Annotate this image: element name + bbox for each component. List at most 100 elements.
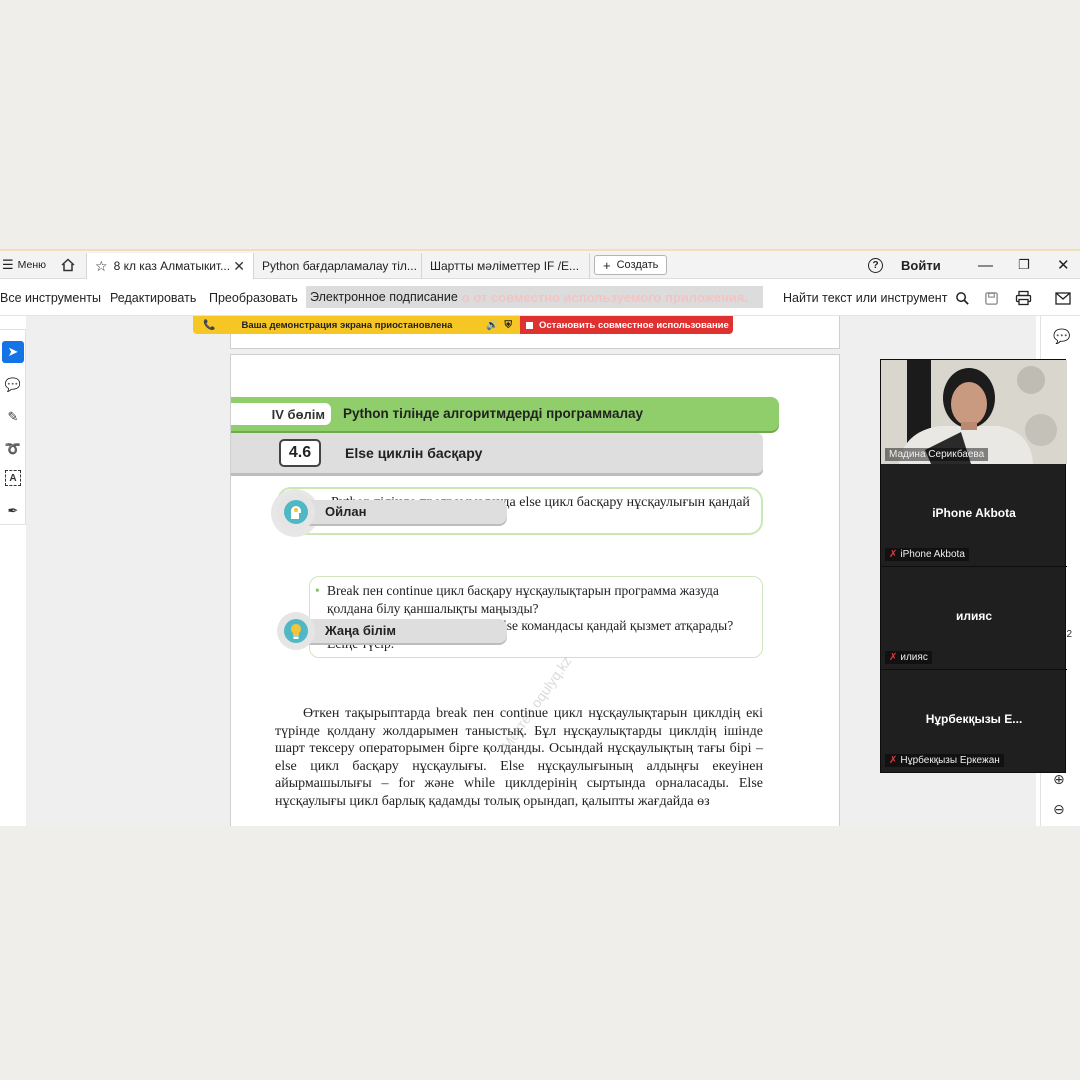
mic-muted-icon: ✗ [889,549,898,560]
text-tool[interactable]: A [5,470,21,486]
print-icon [1015,290,1032,306]
participant-name-label: Мадина Серикбаева [885,448,989,461]
pen-icon: ✎ [7,409,19,424]
textbook-page: IV бөлім Python тілінде алгоритмдерді пр… [230,354,840,826]
home-button[interactable] [60,251,76,279]
convert-button[interactable]: Преобразовать [209,280,298,316]
participant-video-tile[interactable]: Мадина Серикбаева [881,360,1067,464]
signature-icon: ✒ [7,503,19,518]
cursor-icon: ➤ [7,344,19,359]
star-icon[interactable]: ☆ [95,258,108,275]
participant-tile[interactable]: илияс ✗ илияс [881,567,1067,670]
help-icon: ? [868,257,883,273]
stop-icon [526,321,533,329]
save-icon [985,291,998,305]
highlight-tool[interactable]: ✎ [2,406,24,428]
mic-muted-icon: ✗ [889,652,898,663]
comment-add-icon: 💬 [4,377,22,392]
video-participants-panel: Мадина Серикбаева iPhone Akbota ✗ iPhone … [880,359,1067,773]
lasso-icon: ➰ [4,441,22,456]
menu-label: Меню [17,259,47,271]
participant-tile[interactable]: iPhone Akbota ✗ iPhone Akbota [881,464,1067,567]
participant-label-text: Нұрбекқызы Еркежан [900,755,1000,766]
all-tools-label: Все инструменты [0,291,101,305]
search-icon [956,291,970,305]
plus-icon: + [603,257,611,273]
screen-share-banner: 📞 Ваша демонстрация экрана приостановлен… [193,316,733,334]
section-title: Else циклін басқару [345,445,483,461]
edit-button[interactable]: Редактировать [110,280,196,316]
phone-icon: 📞 [203,319,216,331]
tab-label: Шартты мәліметтер IF /E... [430,259,580,273]
minimize-button[interactable]: — [978,251,993,279]
participant-label-text: илияс [900,652,928,663]
speaker-icon[interactable]: 🔊 [486,320,498,331]
save-button[interactable] [984,280,999,316]
esign-label: Электронное подписание [310,290,458,304]
overlay-ghost-text: о от совместно используемого приложения. [461,289,748,305]
create-label: Создать [616,259,659,271]
participant-name: iPhone Akbota [932,506,1016,520]
esign-button[interactable]: Электронное подписание о от совместно ис… [306,286,763,308]
shield-icon: ⛨ [504,319,513,331]
email-button[interactable] [1055,280,1071,316]
close-icon[interactable]: ✕ [233,258,245,275]
select-tool[interactable]: ➤ [2,341,24,363]
new-knowledge-label: Жаңа білім [325,623,396,638]
participant-tile[interactable]: Нұрбекқызы Е... ✗ Нұрбекқызы Еркежан [881,670,1067,773]
tab-bar: ☰ Меню ☆ 8 кл каз Алматыкит... ✕ Python … [0,251,1080,279]
sign-tool[interactable]: ✒ [2,500,24,522]
text-box-icon: A [9,472,17,484]
help-button[interactable]: ? [868,251,883,279]
tab-document-1[interactable]: ☆ 8 кл каз Алматыкит... ✕ [86,253,254,279]
head-bulb-icon [277,493,315,531]
participant-name: илияс [955,609,993,623]
print-button[interactable] [1015,280,1032,316]
menu-button[interactable]: ☰ Меню [2,251,46,279]
participant-name: Нұрбекқызы Е... [925,712,1023,726]
restore-button[interactable]: ❐ [1018,251,1030,279]
hamburger-icon: ☰ [2,257,14,272]
comments-icon[interactable]: 💬 [1053,328,1070,345]
comment-tool[interactable]: 💬 [2,374,24,396]
lightbulb-icon [277,612,315,650]
find-label: Найти текст или инструмент [783,291,948,305]
mic-muted-icon: ✗ [889,755,898,766]
tab-document-2[interactable]: Python бағдарламалау тіл... [254,253,422,279]
share-paused-text: Ваша демонстрация экрана приостановлена [241,319,453,331]
zoom-out-icon[interactable]: ⊖ [1053,801,1065,818]
mail-icon [1055,291,1071,305]
tab-document-3[interactable]: Шартты мәліметтер IF /E... [422,253,590,279]
toolbar: Все инструменты Редактировать Преобразов… [0,280,1080,316]
participant-name-label: ✗ iPhone Akbota [885,548,969,561]
convert-label: Преобразовать [209,291,298,305]
participant-name-label: ✗ Нұрбекқызы Еркежан [885,754,1004,767]
all-tools-button[interactable]: Все инструменты [0,280,101,316]
edit-label: Редактировать [110,291,197,305]
participant-name-label: ✗ илияс [885,651,932,664]
left-tool-rail: ➤ 💬 ✎ ➰ A ✒ [0,329,26,525]
close-icon: ✕ [1057,257,1070,274]
close-window-button[interactable]: ✕ [1057,251,1070,279]
new-knowledge-header-bar [291,619,507,643]
section-number: 4.6 [279,439,321,467]
tab-label: Python бағдарламалау тіл... [262,259,417,273]
find-tool[interactable]: Найти текст или инструмент [783,280,970,316]
draw-tool[interactable]: ➰ [2,438,24,460]
zoom-in-icon[interactable]: ⊕ [1053,771,1065,788]
part-label: IV бөлім [231,403,331,425]
home-icon [61,258,75,272]
create-button[interactable]: + Создать [594,255,668,275]
think-header-bar [291,500,507,524]
participant-label-text: iPhone Akbota [900,549,965,560]
share-status: 📞 Ваша демонстрация экрана приостановлен… [193,316,520,334]
stop-sharing-label: Остановить совместное использование [539,319,729,331]
restore-icon: ❐ [1018,257,1030,272]
login-label: Войти [901,257,941,273]
list-item: Break пен continue цикл басқару нұсқаулы… [315,582,761,617]
stop-sharing-button[interactable]: Остановить совместное использование [520,316,733,334]
login-button[interactable]: Войти [901,251,941,279]
think-label: Ойлан [325,504,367,519]
chapter-title: Python тілінде алгоритмдерді программала… [343,406,644,421]
minimize-icon: — [978,256,993,274]
